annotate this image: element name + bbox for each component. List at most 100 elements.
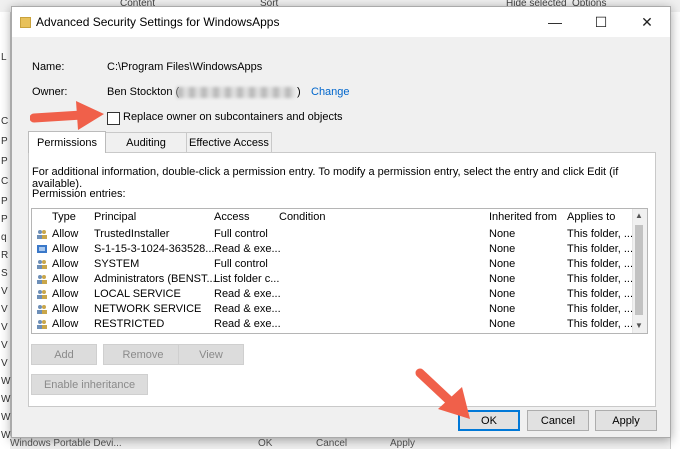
cell-inherited: None — [489, 258, 516, 270]
cell-type: Allow — [52, 303, 79, 315]
annotation-arrow-icon — [30, 101, 104, 130]
cell-applies: This folder, ... — [567, 288, 634, 300]
user-group-icon — [37, 275, 47, 284]
cell-applies: This folder, ... — [567, 303, 634, 315]
scroll-thumb[interactable] — [635, 225, 643, 315]
annotation-arrow-icon — [415, 368, 470, 419]
cell-access: Read & exe... — [214, 318, 281, 330]
bg-letter: W — [1, 412, 11, 423]
cell-inherited: None — [489, 228, 516, 240]
name-value: C:\Program Files\WindowsApps — [107, 61, 263, 73]
info-text: For additional information, double-click… — [32, 166, 619, 190]
cell-inherited: None — [489, 318, 516, 330]
advanced-security-dialog: Advanced Security Settings for WindowsAp… — [11, 6, 671, 438]
folder-icon — [20, 17, 31, 28]
cell-applies: This folder, ... — [567, 273, 634, 285]
user-group-icon — [37, 230, 47, 239]
owner-close-paren: ) — [297, 86, 301, 98]
bg-letter: P — [1, 196, 8, 207]
replace-owner-label[interactable]: Replace owner on subcontainers and objec… — [123, 111, 343, 123]
view-button[interactable]: View — [178, 344, 244, 365]
enable-inheritance-button[interactable]: Enable inheritance — [31, 374, 148, 395]
replace-owner-checkbox[interactable] — [107, 112, 120, 125]
table-row[interactable]: Allow NETWORK SERVICE Read & exe... None… — [32, 302, 634, 317]
col-principal[interactable]: Principal — [94, 211, 136, 223]
table-row[interactable]: Allow SYSTEM Full control None This fold… — [32, 257, 634, 272]
cell-inherited: None — [489, 288, 516, 300]
apply-button[interactable]: Apply — [595, 410, 657, 431]
cell-access: Read & exe... — [214, 288, 281, 300]
cell-access: List folder c... — [214, 273, 280, 285]
bg-letter: W — [1, 394, 11, 405]
bg-letter: V — [1, 340, 8, 351]
redacted-email — [177, 87, 295, 98]
bg-apply: Apply — [390, 438, 416, 449]
user-group-icon — [37, 320, 47, 329]
col-inherited-from[interactable]: Inherited from — [489, 211, 557, 223]
col-applies-to[interactable]: Applies to — [567, 211, 615, 223]
bg-letter: P — [1, 136, 8, 147]
bg-letter: L — [1, 52, 7, 63]
cell-applies: This folder, ... — [567, 228, 634, 240]
cell-type: Allow — [52, 273, 79, 285]
col-type[interactable]: Type — [52, 211, 76, 223]
col-condition[interactable]: Condition — [279, 211, 325, 223]
bg-letter: V — [1, 322, 8, 333]
cancel-button[interactable]: Cancel — [527, 410, 589, 431]
app-package-icon — [37, 245, 47, 253]
table-row[interactable]: Allow LOCAL SERVICE Read & exe... None T… — [32, 287, 634, 302]
tab-auditing[interactable]: Auditing — [103, 132, 189, 153]
cell-type: Allow — [52, 243, 79, 255]
bg-letter: C — [1, 116, 9, 127]
cell-access: Read & exe... — [214, 243, 281, 255]
cell-access: Full control — [214, 228, 268, 240]
table-row[interactable]: Allow TrustedInstaller Full control None… — [32, 227, 634, 242]
add-button[interactable]: Add — [31, 344, 97, 365]
user-group-icon — [37, 260, 47, 269]
maximize-button[interactable]: ☐ — [578, 7, 624, 37]
bg-letter: S — [1, 268, 8, 279]
cell-inherited: None — [489, 243, 516, 255]
cell-principal: RESTRICTED — [94, 318, 165, 330]
cell-principal: LOCAL SERVICE — [94, 288, 181, 300]
scroll-up-icon[interactable]: ▲ — [633, 211, 645, 220]
background-right-edge — [670, 12, 680, 449]
cell-principal: TrustedInstaller — [94, 228, 170, 240]
col-access[interactable]: Access — [214, 211, 249, 223]
tab-effective-access[interactable]: Effective Access — [186, 132, 272, 153]
background-file-list: L C P P C P P q R S V V V V V W W W W — [0, 12, 11, 449]
minimize-button[interactable]: — — [532, 7, 578, 37]
bg-letter: V — [1, 304, 8, 315]
title-bar[interactable]: Advanced Security Settings for WindowsAp… — [12, 7, 670, 37]
table-row[interactable]: Allow S-1-15-3-1024-363528... Read & exe… — [32, 242, 633, 257]
dialog-title: Advanced Security Settings for WindowsAp… — [36, 15, 280, 29]
cell-type: Allow — [52, 288, 79, 300]
bg-letter: P — [1, 156, 8, 167]
bg-cancel: Cancel — [316, 438, 348, 449]
close-button[interactable]: ✕ — [624, 7, 670, 37]
permission-entries-list[interactable]: Type Principal Access Condition Inherite… — [31, 208, 648, 334]
cell-type: Allow — [52, 258, 79, 270]
cell-applies: This folder, ... — [567, 318, 634, 330]
cell-inherited: None — [489, 303, 516, 315]
bg-letter: W — [1, 376, 11, 387]
cell-access: Read & exe... — [214, 303, 281, 315]
cell-principal: SYSTEM — [94, 258, 140, 270]
cell-type: Allow — [52, 318, 79, 330]
bg-letter: R — [1, 250, 9, 261]
cell-applies: This folder, ... — [567, 258, 634, 270]
user-group-icon — [37, 290, 47, 299]
cell-principal: S-1-15-3-1024-363528... — [94, 243, 215, 255]
bg-letter: C — [1, 176, 9, 187]
cell-type: Allow — [52, 228, 79, 240]
owner-value: Ben Stockton ( — [107, 86, 180, 98]
remove-button[interactable]: Remove — [103, 344, 183, 365]
scroll-down-icon[interactable]: ▼ — [633, 321, 645, 330]
change-owner-link[interactable]: Change — [311, 86, 350, 98]
user-group-icon — [37, 305, 47, 314]
bg-letter: V — [1, 286, 8, 297]
table-row[interactable]: Allow Administrators (BENST... List fold… — [32, 272, 634, 287]
cell-principal: NETWORK SERVICE — [94, 303, 202, 315]
table-row[interactable]: Allow RESTRICTED Read & exe... None This… — [32, 317, 634, 332]
cell-access: Full control — [214, 258, 268, 270]
